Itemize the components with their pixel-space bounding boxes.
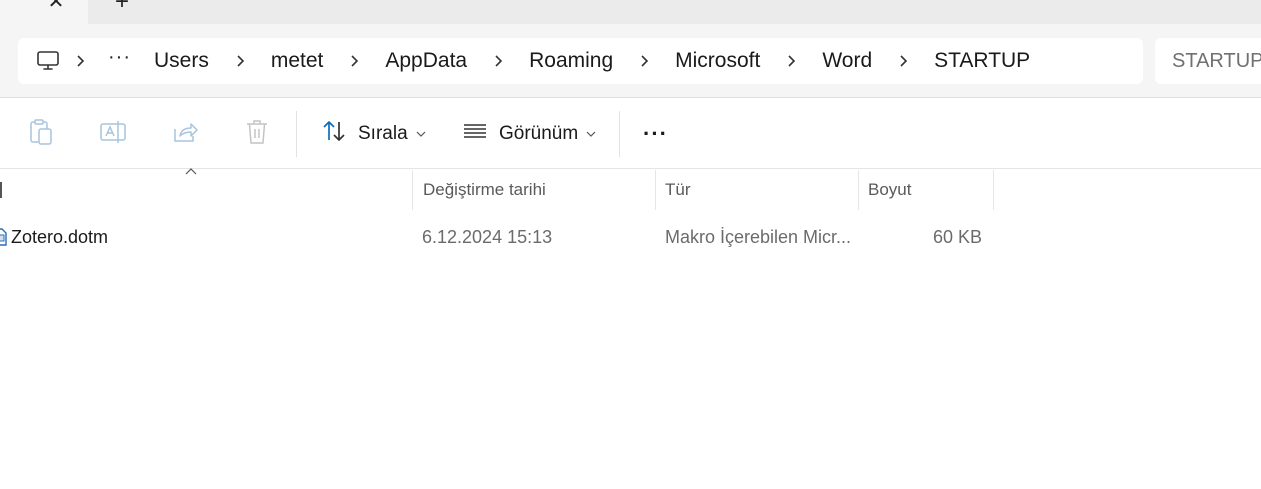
see-more-button[interactable]: ···	[643, 119, 668, 149]
breadcrumb-item-roaming[interactable]: Roaming	[516, 49, 626, 73]
column-resize-handle[interactable]	[993, 170, 994, 210]
rename-button[interactable]	[98, 119, 128, 149]
share-icon	[171, 119, 199, 150]
active-tab[interactable]: ✕	[0, 0, 88, 24]
share-button[interactable]	[170, 119, 200, 149]
view-list-icon	[463, 121, 487, 147]
new-tab-button[interactable]: +	[110, 0, 134, 14]
chevron-right-icon[interactable]	[885, 54, 921, 68]
rename-icon	[99, 119, 127, 150]
chevron-right-icon[interactable]	[62, 54, 98, 68]
trash-icon	[245, 119, 269, 150]
tab-strip: ✕ +	[0, 0, 1261, 24]
column-header-modified[interactable]: Değiştirme tarihi	[423, 170, 653, 210]
more-options-icon: ···	[643, 121, 668, 146]
chevron-right-icon[interactable]	[626, 54, 662, 68]
chevron-right-icon[interactable]	[222, 54, 258, 68]
breadcrumb-item-startup[interactable]: STARTUP	[921, 49, 1043, 73]
chevron-right-icon[interactable]	[336, 54, 372, 68]
column-header-name[interactable]	[0, 170, 412, 210]
breadcrumb-item-users[interactable]: Users	[141, 49, 222, 73]
column-resize-handle[interactable]	[655, 170, 656, 210]
paste-button[interactable]	[26, 118, 56, 151]
column-resize-handle[interactable]	[412, 170, 413, 210]
this-pc-icon[interactable]	[36, 48, 62, 74]
chevron-right-icon[interactable]	[480, 54, 516, 68]
view-button[interactable]: Görünüm	[463, 119, 596, 149]
breadcrumb-item-word[interactable]: Word	[809, 49, 885, 73]
chevron-right-icon[interactable]	[773, 54, 809, 68]
delete-button[interactable]	[242, 119, 272, 149]
close-tab-icon[interactable]: ✕	[44, 0, 68, 14]
toolbar-divider	[296, 111, 297, 157]
breadcrumb-item-metet[interactable]: metet	[258, 49, 337, 73]
chevron-down-icon	[416, 130, 426, 138]
file-name[interactable]: Zotero.dotm	[11, 220, 411, 254]
file-size: 60 KB	[932, 226, 982, 247]
column-header-type[interactable]: Tür	[665, 170, 855, 210]
sort-label: Sırala	[358, 123, 408, 144]
breadcrumb[interactable]: ··· Users metet AppData Roaming Microsof…	[18, 38, 1143, 84]
chevron-down-icon	[586, 130, 596, 138]
command-bar: Sırala Görünüm ···	[0, 99, 1261, 169]
file-type: Makro İçerebilen Micr...	[665, 226, 852, 247]
column-headers: Değiştirme tarihi Tür Boyut	[0, 170, 1261, 210]
breadcrumb-item-appdata[interactable]: AppData	[372, 49, 480, 73]
view-label: Görünüm	[499, 123, 579, 144]
breadcrumb-item-microsoft[interactable]: Microsoft	[662, 49, 773, 73]
word-macro-template-icon	[0, 220, 10, 254]
search-input[interactable]: STARTUP ara	[1155, 38, 1261, 84]
breadcrumb-overflow-button[interactable]: ···	[98, 46, 141, 77]
column-resize-handle[interactable]	[858, 170, 859, 210]
paste-icon	[28, 118, 54, 151]
toolbar-divider	[619, 111, 620, 157]
file-modified-date: 6.12.2024 15:13	[422, 226, 553, 247]
sort-button[interactable]: Sırala	[322, 119, 426, 149]
file-row[interactable]: Zotero.dotm 6.12.2024 15:13 Makro İçereb…	[0, 220, 1261, 254]
sort-icon	[322, 119, 346, 149]
column-header-size[interactable]: Boyut	[868, 170, 988, 210]
